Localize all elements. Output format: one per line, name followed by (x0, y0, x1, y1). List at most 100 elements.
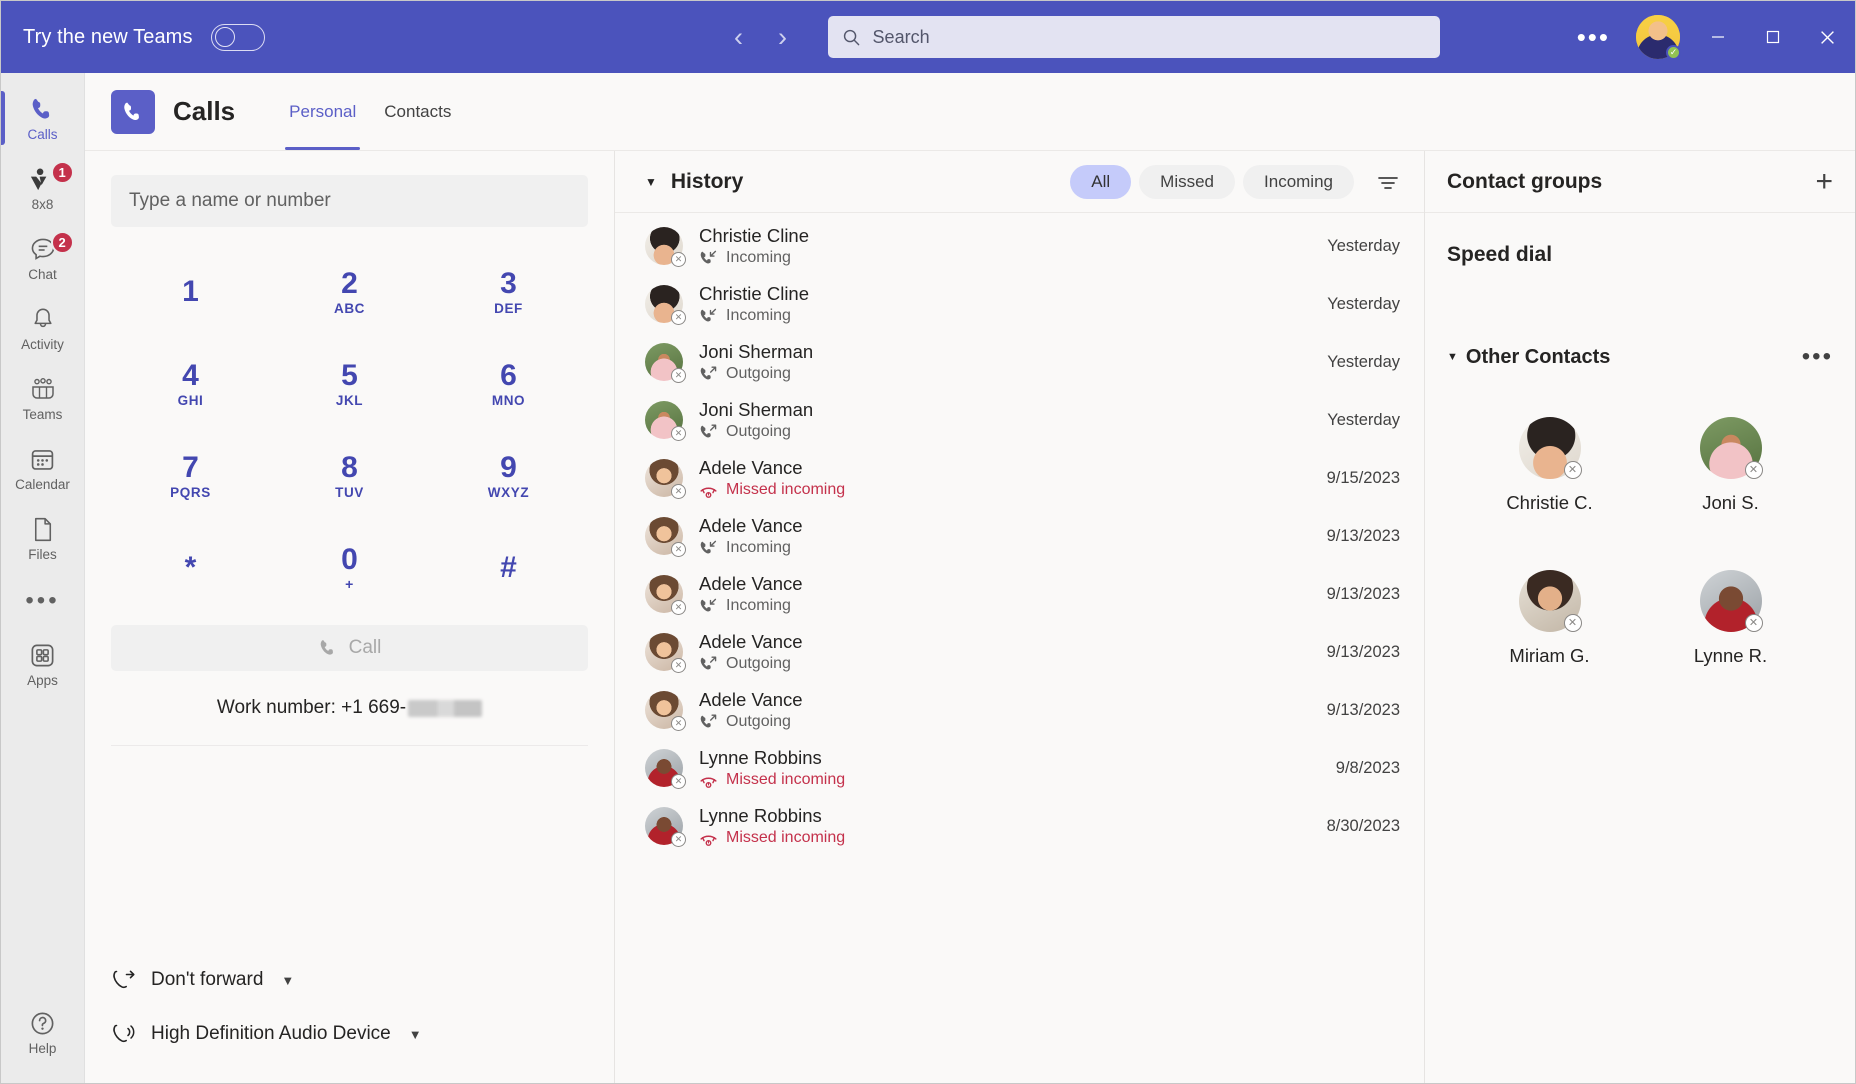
missed-call-icon (700, 835, 717, 846)
contact-name: Joni S. (1702, 492, 1759, 513)
contact-name: Lynne Robbins (699, 747, 822, 769)
dialpad-pane: Type a name or number 1 2 ABC 3 DEF 4 GH… (85, 151, 615, 1083)
other-contacts-more-icon[interactable]: ••• (1802, 345, 1833, 369)
back-icon[interactable]: ‹ (720, 18, 758, 56)
sidebar-item-activity[interactable]: Activity (1, 293, 85, 363)
key-star[interactable]: * (111, 525, 270, 611)
key-pound[interactable]: # (429, 525, 588, 611)
contact-card[interactable]: ✕ Lynne R. (1656, 570, 1806, 667)
history-row[interactable]: ✕ Christie Cline Incoming Yesterday (615, 217, 1424, 275)
call-time: Yesterday (1327, 294, 1400, 313)
notification-badge: 1 (50, 161, 74, 184)
contact-card[interactable]: ✕ Joni S. (1656, 417, 1806, 514)
sidebar-item-help[interactable]: Help (1, 997, 85, 1067)
sidebar-item-chat[interactable]: 2 Chat (1, 223, 85, 293)
sidebar-item-label: Teams (22, 406, 63, 422)
call-button[interactable]: Call (111, 625, 588, 671)
plus-icon[interactable]: + (1815, 166, 1833, 197)
history-row[interactable]: ✕ Joni Sherman Outgoing Yesterday (615, 391, 1424, 449)
key-3[interactable]: 3 DEF (429, 249, 588, 335)
contact-name: Joni Sherman (699, 341, 814, 363)
sidebar-item-label: Activity (21, 336, 64, 352)
key-6[interactable]: 6 MNO (429, 341, 588, 427)
work-number-redacted (408, 699, 483, 717)
key-8[interactable]: 8 TUV (270, 433, 429, 519)
key-0[interactable]: 0 + (270, 525, 429, 611)
avatar[interactable]: ✓ (1636, 15, 1681, 60)
chevron-down-icon[interactable]: ▼ (281, 973, 294, 988)
sidebar-item-calls[interactable]: Calls (0, 83, 85, 153)
minimize-icon (1711, 36, 1724, 38)
key-2[interactable]: 2 ABC (270, 249, 429, 335)
history-row[interactable]: ✕ Christie Cline Incoming Yesterday (615, 275, 1424, 333)
maximize-button[interactable] (1745, 1, 1800, 73)
filter-incoming[interactable]: Incoming (1243, 164, 1354, 199)
forward-icon[interactable]: › (764, 18, 802, 56)
history-row[interactable]: ✕ Adele Vance Outgoing 9/13/2023 (615, 623, 1424, 681)
sidebar-item-files[interactable]: Files (1, 503, 85, 573)
call-type: Outgoing (699, 365, 813, 384)
sidebar-overflow-icon[interactable]: ••• (25, 573, 59, 629)
history-row-info: Adele Vance Incoming (699, 514, 803, 557)
title-bar: Try the new Teams ‹ › Search ••• ✓ (1, 1, 1855, 73)
tab-label: Personal (289, 101, 357, 121)
call-time: 8/30/2023 (1326, 816, 1400, 835)
call-forwarding-setting[interactable]: Don't forward ▼ (111, 953, 588, 1007)
avatar: ✕ (645, 285, 686, 325)
bell-icon (28, 305, 58, 335)
presence-offline-icon: ✕ (671, 600, 686, 615)
dial-input[interactable]: Type a name or number (111, 175, 588, 227)
key-4[interactable]: 4 GHI (111, 341, 270, 427)
try-new-teams-toggle-group[interactable]: Try the new Teams (1, 23, 265, 51)
incoming-call-icon (700, 540, 717, 554)
history-row[interactable]: ✕ Adele Vance Incoming 9/13/2023 (615, 565, 1424, 623)
search-input[interactable]: Search (827, 16, 1440, 58)
sidebar-item-calendar[interactable]: Calendar (1, 433, 85, 503)
minimize-button[interactable] (1690, 1, 1745, 73)
audio-device-setting[interactable]: High Definition Audio Device ▼ (111, 1007, 588, 1061)
contact-card[interactable]: ✕ Christie C. (1475, 417, 1625, 514)
try-new-teams-toggle[interactable] (210, 23, 265, 51)
tab-contacts[interactable]: Contacts (370, 73, 465, 150)
tab-personal[interactable]: Personal (275, 73, 370, 150)
contact-name: Christie Cline (699, 225, 810, 247)
history-row[interactable]: ✕ Lynne Robbins Missed incoming 8/30/2023 (615, 797, 1424, 855)
history-row-info: Adele Vance Outgoing (699, 630, 803, 673)
key-7[interactable]: 7 PQRS (111, 433, 270, 519)
filter-missed[interactable]: Missed (1139, 164, 1236, 199)
presence-offline-icon: ✕ (1563, 614, 1582, 632)
key-letters: TUV (335, 484, 364, 500)
call-forward-icon (113, 970, 135, 989)
chevron-down-icon[interactable]: ▼ (409, 1027, 422, 1042)
collapse-caret-icon[interactable]: ▼ (1447, 351, 1458, 363)
sidebar-item-teams[interactable]: Teams (1, 363, 85, 433)
presence-offline-icon: ✕ (671, 716, 686, 731)
key-number: 6 (500, 359, 517, 393)
filter-icon[interactable] (1376, 173, 1400, 191)
titlebar-more-icon[interactable]: ••• (1561, 24, 1626, 50)
key-number: 8 (341, 451, 358, 485)
divider (111, 745, 588, 746)
notification-badge: 2 (50, 231, 74, 254)
titlebar-right: ••• ✓ (1561, 1, 1855, 73)
key-1[interactable]: 1 (111, 249, 270, 335)
key-5[interactable]: 5 JKL (270, 341, 429, 427)
history-row[interactable]: ✕ Adele Vance Outgoing 9/13/2023 (615, 681, 1424, 739)
history-row[interactable]: ✕ Joni Sherman Outgoing Yesterday (615, 333, 1424, 391)
close-button[interactable] (1800, 1, 1855, 73)
sidebar-item-apps[interactable]: Apps (1, 629, 85, 699)
avatar: ✕ (645, 343, 686, 383)
history-row[interactable]: ✕ Adele Vance Missed incoming 9/15/2023 (615, 449, 1424, 507)
contact-card[interactable]: ✕ Miriam G. (1475, 570, 1625, 667)
contacts-header: Contact groups + (1425, 151, 1855, 213)
key-9[interactable]: 9 WXYZ (429, 433, 588, 519)
avatar: ✕ (1699, 570, 1763, 632)
collapse-caret-icon[interactable]: ▼ (645, 175, 657, 189)
other-contacts-header[interactable]: ▼ Other Contacts ••• (1425, 345, 1855, 369)
contact-name: Lynne R. (1693, 645, 1768, 666)
history-row[interactable]: ✕ Adele Vance Incoming 9/13/2023 (615, 507, 1424, 565)
sidebar-item-8x8[interactable]: 1 8x8 (1, 153, 85, 223)
filter-all[interactable]: All (1070, 164, 1132, 199)
history-row[interactable]: ✕ Lynne Robbins Missed incoming 9/8/2023 (615, 739, 1424, 797)
sidebar-item-label: 8x8 (31, 196, 54, 212)
